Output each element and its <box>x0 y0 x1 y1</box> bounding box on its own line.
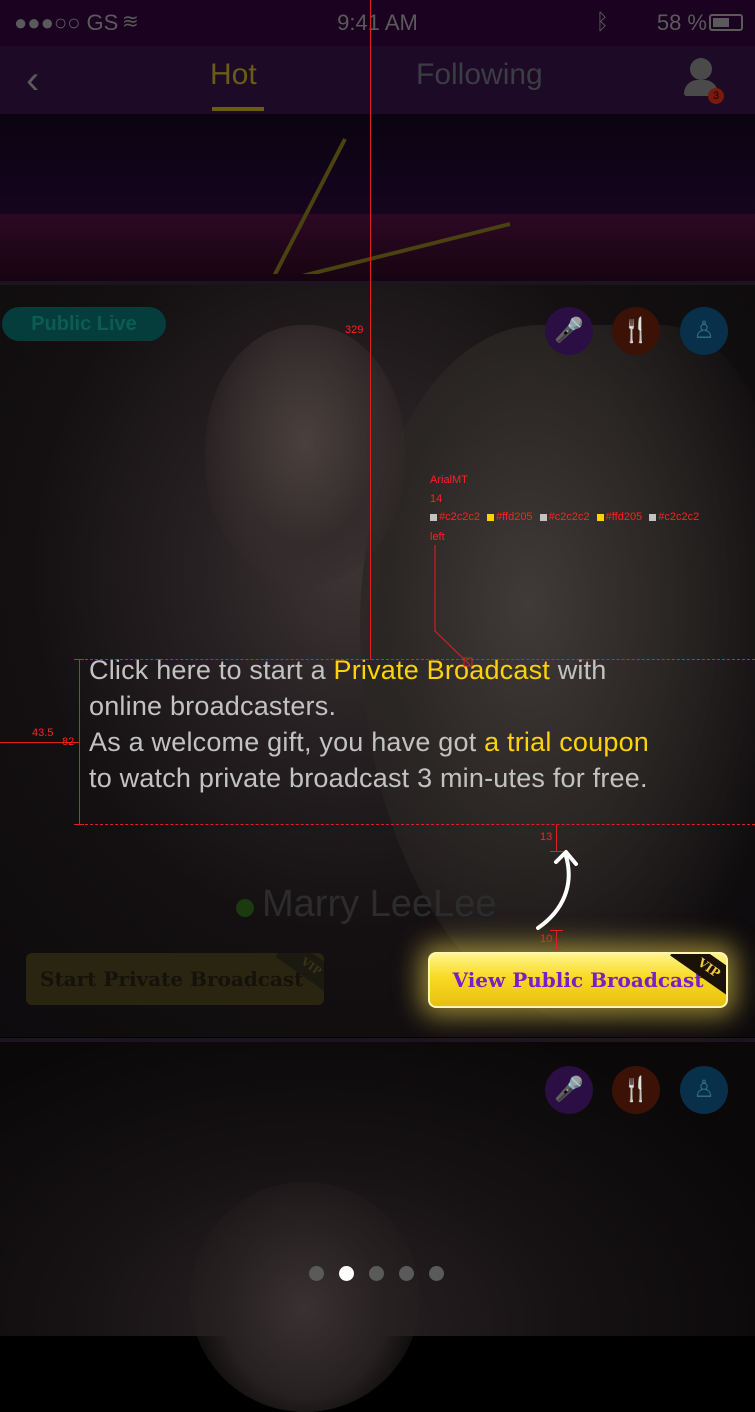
page-dot[interactable] <box>369 1266 384 1281</box>
spec-text-align: left <box>430 531 445 543</box>
spec-leader-line <box>434 545 473 667</box>
spec-guide-bottom <box>80 824 755 825</box>
guide-text-part: to watch private broadcast 3 min-utes fo… <box>89 763 648 793</box>
feed-card-next[interactable]: 🎤 🍴 ♙ <box>0 1042 755 1412</box>
spec-tick <box>74 659 84 660</box>
page-dot[interactable] <box>309 1266 324 1281</box>
clock: 9:41 AM <box>337 10 418 35</box>
spec-color: #c2c2c2 <box>548 511 590 523</box>
stage-triangle-graphic <box>272 138 511 274</box>
view-public-broadcast-label: View Public Broadcast <box>452 968 704 992</box>
color-swatch <box>596 513 604 521</box>
guide-text-part: As a welcome gift, you have got <box>89 727 485 757</box>
microphone-icon[interactable]: 🎤 <box>545 1066 593 1114</box>
view-public-broadcast-button[interactable]: View Public Broadcast VIP <box>428 952 728 1008</box>
spec-tick <box>74 824 84 825</box>
spec-tick <box>550 930 563 931</box>
spec-color-list: #c2c2c2 #ffd205 #c2c2c2 #ffd205 #c2c2c2 <box>430 511 699 523</box>
fork-knife-icon[interactable]: 🍴 <box>612 307 660 355</box>
spec-label-text-height: 82 <box>62 736 75 748</box>
fork-knife-icon[interactable]: 🍴 <box>612 1066 660 1114</box>
bluetooth-icon: ᛒ <box>595 9 609 34</box>
spec-label-left-offset: 43.5 <box>32 727 54 739</box>
spec-gap-line <box>556 825 557 851</box>
broadcaster-photo <box>205 325 405 585</box>
spec-color: #c2c2c2 <box>439 511 480 523</box>
color-swatch <box>430 513 437 521</box>
microphone-icon[interactable]: 🎤 <box>545 307 593 355</box>
public-live-badge: Public Live <box>2 307 166 341</box>
broadcaster-name: Marry LeeLee <box>262 883 497 925</box>
spec-height-line <box>79 659 80 825</box>
tab-following[interactable]: Following <box>416 58 543 92</box>
feed-card-concert[interactable] <box>0 114 755 282</box>
start-private-broadcast-label: Start Private Broadcast <box>40 967 304 991</box>
pointer-arrow-icon <box>536 850 578 930</box>
broadcaster-photo <box>190 1182 420 1412</box>
page-dot[interactable] <box>399 1266 414 1281</box>
page-dot[interactable] <box>429 1266 444 1281</box>
tab-hot[interactable]: Hot <box>210 58 257 92</box>
chevron-left-icon[interactable]: ‹ <box>26 58 39 103</box>
battery-percent: 58 % <box>656 10 707 35</box>
user-button[interactable]: 3 <box>684 58 724 104</box>
spec-tick <box>550 949 563 950</box>
status-bar: ●●●○○ GS ≋ 9:41 AM ᛒ 58 % <box>0 0 755 46</box>
notification-badge: 3 <box>708 88 724 104</box>
spec-label-gap-bottom: 10 <box>540 933 553 945</box>
yoga-icon[interactable]: ♙ <box>680 1066 728 1114</box>
active-tab-indicator <box>212 107 264 111</box>
start-private-broadcast-button[interactable]: Start Private Broadcast VIP <box>26 953 324 1005</box>
spec-font-name: ArialMT <box>430 474 468 486</box>
color-swatch <box>487 513 495 521</box>
spec-line-vertical <box>370 0 371 660</box>
online-status-dot <box>236 899 254 917</box>
spec-guide-top <box>80 659 755 660</box>
spec-color: #ffd205 <box>605 511 643 523</box>
spec-font-size: 14 <box>430 493 443 505</box>
color-swatch <box>649 513 657 521</box>
spec-tick <box>550 851 563 852</box>
color-swatch <box>539 513 547 521</box>
onboarding-guide-text: Click here to start a Private Broadcast … <box>89 652 659 796</box>
user-icon <box>690 58 712 80</box>
yoga-icon[interactable]: ♙ <box>680 307 728 355</box>
spec-color: #c2c2c2 <box>658 511 700 523</box>
top-nav: ‹ Hot Following 3 <box>0 46 755 114</box>
guide-highlight: a trial coupon <box>484 727 650 757</box>
battery-icon <box>709 14 743 31</box>
spec-label-gap-top: 13 <box>540 831 553 843</box>
page-dot-active[interactable] <box>339 1266 354 1281</box>
spec-color: #ffd205 <box>496 511 533 523</box>
spec-label-top-offset: 329 <box>345 324 364 336</box>
spec-gap-line <box>556 930 557 950</box>
